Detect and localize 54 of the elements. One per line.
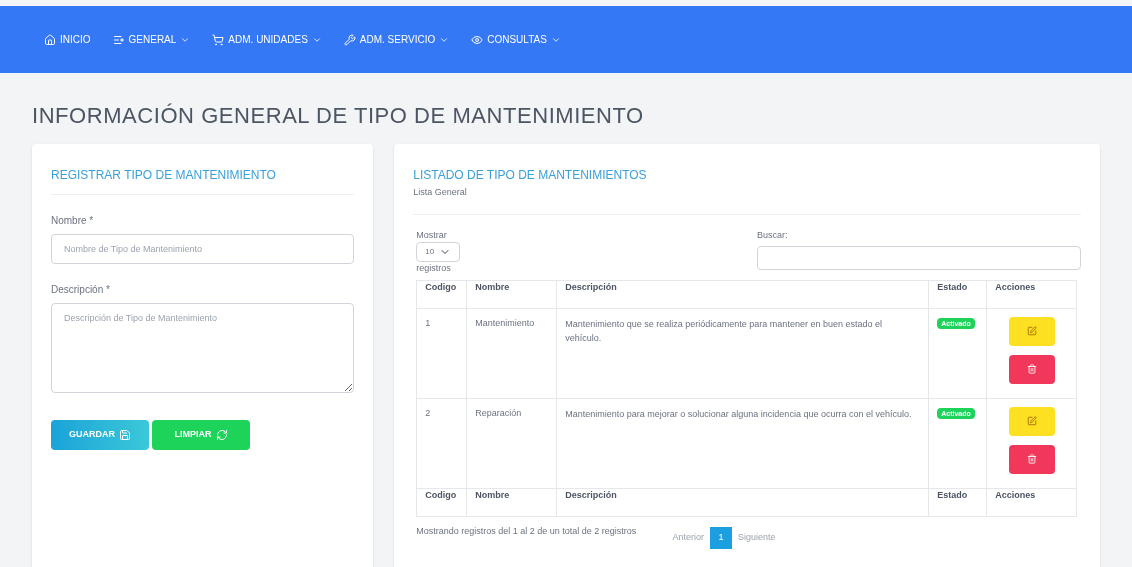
cart-icon xyxy=(212,33,225,46)
table-cell: 1 xyxy=(416,308,467,398)
column-footer: Acciones xyxy=(986,488,1077,516)
column-footer: Descripción xyxy=(556,488,929,516)
search-label: Buscar: xyxy=(757,228,789,242)
page-button[interactable]: 1 xyxy=(709,526,732,549)
nav-item[interactable]: CONSULTAS xyxy=(471,32,561,47)
show-label: Mostrar xyxy=(416,228,448,242)
nav-item[interactable]: GENERAL xyxy=(112,32,191,47)
column-header: Codigo xyxy=(416,280,467,308)
list-title: LISTADO DE TIPO DE MANTENIMIENTOS xyxy=(413,167,648,184)
table-info: Mostrando registros del 1 al 2 de un total de 2 registros xyxy=(416,524,637,538)
description-field[interactable]: Descripción de Tipo de Mantenimiento xyxy=(51,303,355,393)
column-header: Nombre xyxy=(466,280,557,308)
tools-icon xyxy=(343,33,356,46)
column-header: Acciones xyxy=(986,280,1077,308)
previous-link[interactable]: Anterior xyxy=(672,530,704,545)
trash-icon xyxy=(1026,364,1037,374)
edit-icon xyxy=(1026,416,1037,426)
search-field[interactable] xyxy=(757,246,1081,270)
trash-icon xyxy=(1026,454,1037,464)
column-footer: Estado xyxy=(928,488,987,516)
save-button[interactable]: GUARDAR xyxy=(51,420,149,450)
nav-item[interactable]: INICIO xyxy=(44,32,91,47)
delete-button[interactable] xyxy=(1008,354,1055,384)
home-icon xyxy=(44,33,56,46)
table-cell: Mantenimiento xyxy=(466,308,557,398)
page-size-select[interactable]: 10 xyxy=(416,242,461,262)
nav-item[interactable]: ADM. SERVICIO xyxy=(343,32,450,47)
next-link[interactable]: Siguiente xyxy=(737,530,776,545)
field-label: Nombre * xyxy=(51,214,95,228)
edit-button[interactable] xyxy=(1008,316,1055,346)
save-icon xyxy=(119,429,131,441)
delete-button[interactable] xyxy=(1008,444,1055,474)
column-footer: Codigo xyxy=(416,488,467,516)
list-subtitle: Lista General xyxy=(413,186,468,199)
edit-button[interactable] xyxy=(1008,406,1055,436)
table-cell: Mantenimiento para mejorar o solucionar alguna incidencia que ocurra con el vehículo. xyxy=(556,398,929,488)
column-footer: Nombre xyxy=(466,488,557,516)
table-cell: Reparación xyxy=(466,398,557,488)
refresh-icon xyxy=(215,429,228,441)
table-cell: 2 xyxy=(416,398,467,488)
name-field[interactable]: Nombre de Tipo de Mantenimiento xyxy=(51,234,355,264)
nav-item[interactable]: ADM. UNIDADES xyxy=(212,32,322,47)
column-header: Descripción xyxy=(556,280,929,308)
field-label: Descripción * xyxy=(51,283,111,297)
page-title: INFORMACIÓN GENERAL DE TIPO DE MANTENIMIENTO xyxy=(32,102,645,130)
eye-icon xyxy=(471,33,484,46)
column-header: Estado xyxy=(928,280,987,308)
form-title: REGISTRAR TIPO DE MANTENIMIENTO xyxy=(51,166,355,195)
edit-icon xyxy=(1026,326,1037,336)
list-add-icon xyxy=(112,33,125,46)
show-suffix: registros xyxy=(416,262,452,275)
table-cell: Mantenimiento que se realiza periódicamente para mantener en buen estado el vehículo. xyxy=(556,308,929,398)
